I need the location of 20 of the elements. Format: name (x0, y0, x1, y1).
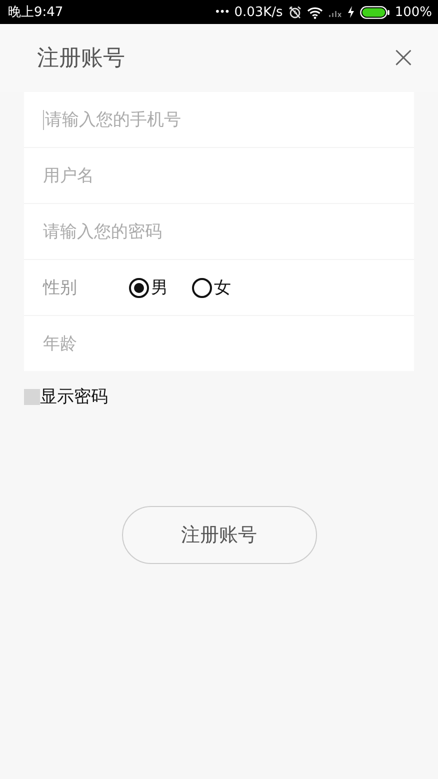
field-label: 性别 (43, 277, 78, 299)
radio-option[interactable]: 男 (129, 276, 168, 299)
show-password-checkbox[interactable]: 显示密码 (24, 385, 108, 408)
text-cursor (43, 110, 44, 130)
network-speed: 0.03K/s (234, 4, 283, 20)
battery-icon (360, 6, 390, 18)
clock-time: 晚上9:47 (8, 4, 64, 21)
page-title: 注册账号 (37, 45, 125, 73)
battery-percent: 100% (394, 4, 432, 20)
alarm-off-icon (288, 5, 302, 19)
input-field[interactable]: 用户名 (43, 166, 383, 186)
charging-icon (346, 6, 355, 18)
input-field[interactable]: 请输入您的密码 (43, 222, 383, 242)
more-dots: ••• (214, 6, 230, 18)
wifi-icon (306, 6, 323, 18)
radio-option[interactable]: 女 (192, 276, 231, 299)
register-button[interactable]: 注册账号 (122, 506, 316, 564)
close-button[interactable]: × (386, 43, 420, 73)
input-field[interactable]: 年龄 (43, 334, 383, 354)
input-field[interactable]: 请输入您的手机号 (45, 110, 375, 130)
